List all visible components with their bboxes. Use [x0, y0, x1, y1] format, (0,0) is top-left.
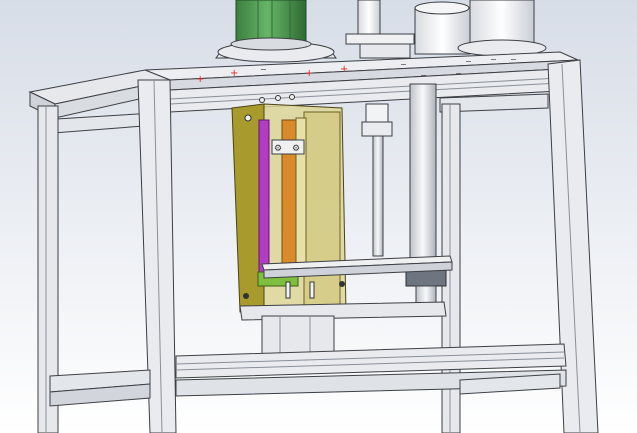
bolt-icon: ⚙	[274, 144, 282, 154]
bolt-icon	[289, 94, 295, 100]
plus-mark-icon: +	[305, 68, 313, 79]
plus-mark-icon: +	[230, 68, 238, 79]
actuator-enclosure[interactable]: ⚙ ⚙	[231, 94, 347, 317]
minus-mark: −	[510, 55, 517, 64]
pneumatic-cylinder-right[interactable]	[414, 0, 547, 57]
bolt-icon	[259, 97, 265, 103]
cad-viewport[interactable]: + + + + − − − − − − − ⚙ ⚙	[0, 0, 637, 433]
cylinder-cap	[414, 1, 470, 15]
minus-mark: −	[490, 55, 497, 64]
machine-assembly-model[interactable]: + + + + − − − − − − − ⚙ ⚙	[0, 0, 637, 433]
cylinder-icon	[357, 0, 381, 37]
center-column	[261, 315, 335, 357]
cylinder-clamp	[345, 33, 415, 45]
enclosure-latch	[285, 281, 291, 299]
enclosure-inner-panel	[303, 111, 341, 309]
bolt-icon	[275, 95, 281, 101]
minus-mark: −	[400, 60, 407, 69]
rod-icon	[258, 119, 270, 273]
minus-mark: −	[465, 57, 472, 66]
rod-coupler	[361, 121, 393, 137]
motor-collar	[230, 37, 312, 51]
rod-icon	[365, 103, 389, 123]
cylinder-bracket	[359, 43, 411, 59]
bolt-icon: ⚙	[292, 144, 300, 154]
rod-icon	[372, 135, 384, 257]
plus-mark-icon: +	[196, 74, 204, 85]
plus-mark-icon: +	[340, 64, 348, 75]
cylinder-icon	[469, 0, 535, 45]
rod-icon	[409, 83, 437, 265]
bolt-icon	[244, 114, 252, 122]
enclosure-latch	[309, 281, 315, 299]
minus-mark: −	[260, 65, 267, 74]
bolt-icon	[243, 293, 249, 299]
center-support-column[interactable]	[261, 315, 335, 357]
bolt-icon	[339, 281, 345, 287]
